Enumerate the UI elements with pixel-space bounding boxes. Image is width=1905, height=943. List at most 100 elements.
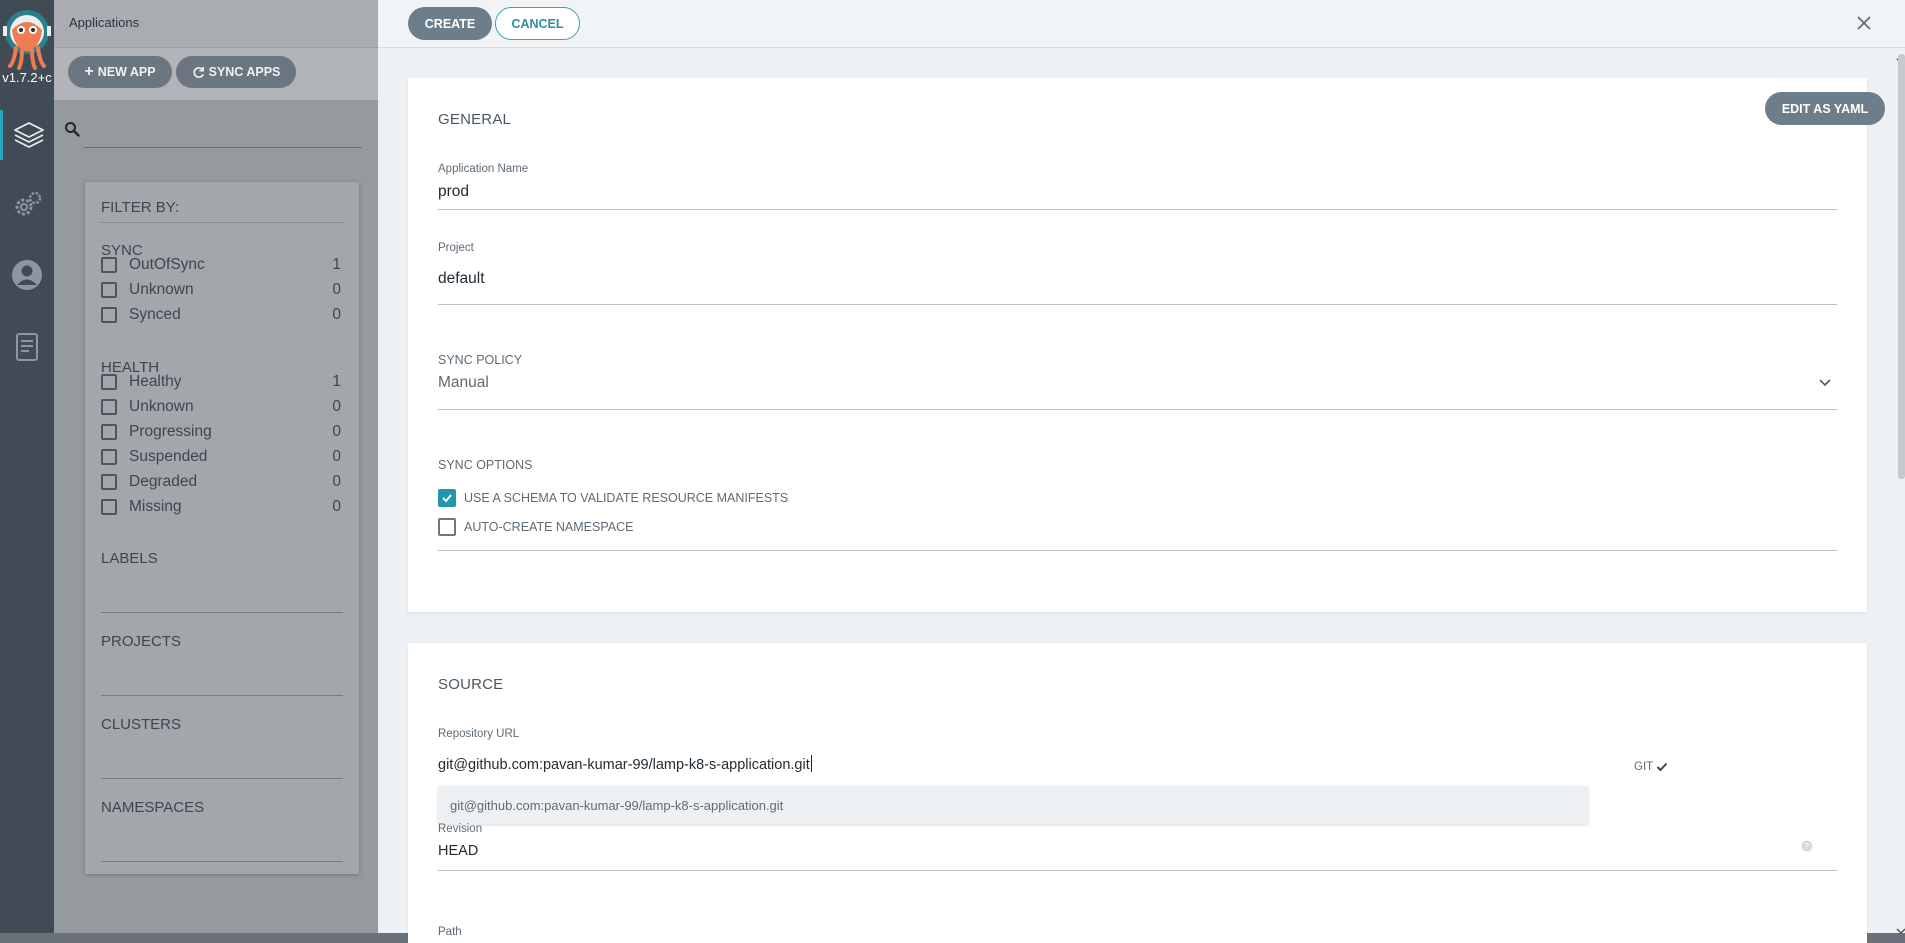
autocomplete-suggestion[interactable]: git@github.com:pavan-kumar-99/lamp-k8-s-…	[438, 786, 1588, 824]
search-input[interactable]	[84, 147, 362, 148]
nav-user-info[interactable]	[0, 250, 54, 300]
filter-label: Synced	[129, 306, 181, 323]
checkbox[interactable]	[101, 257, 117, 273]
sync-options-underline	[438, 550, 1837, 551]
svg-text:?: ?	[1805, 842, 1809, 851]
main-nav: v1.7.2+c	[0, 0, 54, 933]
sync-apps-button[interactable]: SYNC APPS	[176, 56, 296, 88]
argo-logo[interactable]	[0, 8, 54, 70]
namespaces-filter-input[interactable]	[101, 861, 343, 862]
labels-filter-title: LABELS	[101, 550, 158, 567]
filter-count: 0	[332, 448, 341, 465]
create-app-panel: CREATE CANCEL EDIT AS YAML GENERAL Appli…	[378, 0, 1905, 943]
path-label: Path	[438, 926, 462, 938]
sync-policy-value: Manual	[438, 374, 489, 391]
filter-label: Unknown	[129, 281, 194, 298]
filter-label: Missing	[129, 498, 182, 515]
clusters-filter-title: CLUSTERS	[101, 716, 182, 733]
revision-underline	[438, 870, 1837, 871]
checkbox[interactable]	[101, 307, 117, 323]
filter-row-progressing[interactable]: Progressing 0	[101, 421, 341, 443]
filter-count: 1	[332, 256, 341, 273]
filter-label: Unknown	[129, 398, 194, 415]
checkbox[interactable]	[101, 449, 117, 465]
docs-icon	[16, 333, 38, 361]
filter-count: 1	[332, 373, 341, 390]
nav-documentation[interactable]	[0, 322, 54, 372]
filter-row-synced[interactable]: Synced 0	[101, 304, 341, 326]
filter-row-outofsync[interactable]: OutOfSync 1	[101, 254, 341, 276]
app-name-label: Application Name	[438, 163, 529, 175]
filter-label: Degraded	[129, 473, 198, 490]
repo-type-select[interactable]: GIT	[1634, 761, 1668, 773]
nav-settings[interactable]	[0, 180, 54, 230]
option-label: USE A SCHEMA TO VALIDATE RESOURCE MANIFE…	[464, 491, 789, 505]
sync-apps-label: SYNC APPS	[208, 65, 281, 79]
cancel-button[interactable]: CANCEL	[495, 7, 580, 40]
edit-as-yaml-button[interactable]: EDIT AS YAML	[1765, 92, 1885, 125]
repo-url-label: Repository URL	[438, 728, 520, 740]
checkbox[interactable]	[101, 282, 117, 298]
filter-label: Suspended	[129, 448, 208, 465]
project-label: Project	[438, 242, 474, 254]
close-icon[interactable]	[1851, 10, 1877, 36]
plus-icon: +	[84, 63, 94, 80]
filter-title: FILTER BY:	[101, 199, 180, 216]
filter-count: 0	[332, 498, 341, 515]
project-underline	[438, 304, 1837, 305]
filter-count: 0	[332, 281, 341, 298]
version-label: v1.7.2+c	[2, 70, 52, 85]
filter-row-unknown[interactable]: Unknown 0	[101, 279, 341, 301]
divider	[101, 222, 343, 223]
new-app-button[interactable]: + NEW APP	[68, 56, 172, 88]
filter-count: 0	[332, 398, 341, 415]
revision-field[interactable]: HEAD	[438, 843, 478, 859]
checkbox[interactable]	[438, 518, 456, 536]
option-label: AUTO-CREATE NAMESPACE	[464, 520, 634, 534]
check-icon	[442, 494, 452, 503]
checkbox[interactable]	[101, 474, 117, 490]
nav-applications[interactable]	[0, 110, 54, 160]
filter-label: OutOfSync	[129, 256, 205, 273]
chevron-down-icon	[1817, 374, 1833, 390]
scrollbar-thumb[interactable]	[1898, 54, 1905, 479]
repo-url-value: git@github.com:pavan-kumar-99/lamp-k8-s-…	[438, 757, 810, 773]
filter-row-missing[interactable]: Missing 0	[101, 496, 341, 518]
filter-row-degraded[interactable]: Degraded 0	[101, 471, 341, 493]
sync-policy-select[interactable]: Manual	[438, 372, 1837, 398]
checkbox[interactable]	[101, 399, 117, 415]
checkbox[interactable]	[101, 374, 117, 390]
filter-row-suspended[interactable]: Suspended 0	[101, 446, 341, 468]
search-icon	[64, 121, 80, 137]
scroll-down-arrow[interactable]	[1895, 922, 1905, 935]
filter-count: 0	[332, 423, 341, 440]
apps-header: Applications	[54, 0, 378, 48]
revision-label: Revision	[438, 823, 483, 835]
page-title: Applications	[69, 15, 140, 30]
text-caret	[810, 755, 812, 772]
labels-filter-input[interactable]	[101, 612, 343, 613]
sync-policy-title: SYNC POLICY	[438, 353, 523, 367]
filter-count: 0	[332, 306, 341, 323]
auto-create-namespace-option[interactable]: AUTO-CREATE NAMESPACE	[438, 518, 633, 536]
project-field[interactable]: default	[438, 270, 485, 288]
app-name-field[interactable]: prod	[438, 183, 469, 201]
validate-schema-option[interactable]: USE A SCHEMA TO VALIDATE RESOURCE MANIFE…	[438, 489, 788, 507]
filter-label: Healthy	[129, 373, 182, 390]
panel-toolbar: CREATE CANCEL	[378, 0, 1905, 48]
checkbox-checked[interactable]	[438, 489, 456, 507]
checkbox[interactable]	[101, 499, 117, 515]
projects-filter-title: PROJECTS	[101, 633, 182, 650]
gears-icon	[15, 191, 42, 216]
filter-row-unknown-health[interactable]: Unknown 0	[101, 396, 341, 418]
filter-row-healthy[interactable]: Healthy 1	[101, 371, 341, 393]
clusters-filter-input[interactable]	[101, 778, 343, 779]
filter-panel: FILTER BY: SYNC OutOfSync 1 Unknown 0 Sync…	[85, 182, 359, 874]
projects-filter-input[interactable]	[101, 695, 343, 696]
create-button[interactable]: CREATE	[408, 7, 492, 40]
help-icon[interactable]: ?	[1801, 839, 1813, 852]
repo-url-field[interactable]: git@github.com:pavan-kumar-99/lamp-k8-s-…	[438, 755, 812, 773]
repo-type-label: GIT	[1634, 761, 1654, 773]
general-section: EDIT AS YAML GENERAL Application Name pr…	[408, 78, 1885, 612]
checkbox[interactable]	[101, 424, 117, 440]
